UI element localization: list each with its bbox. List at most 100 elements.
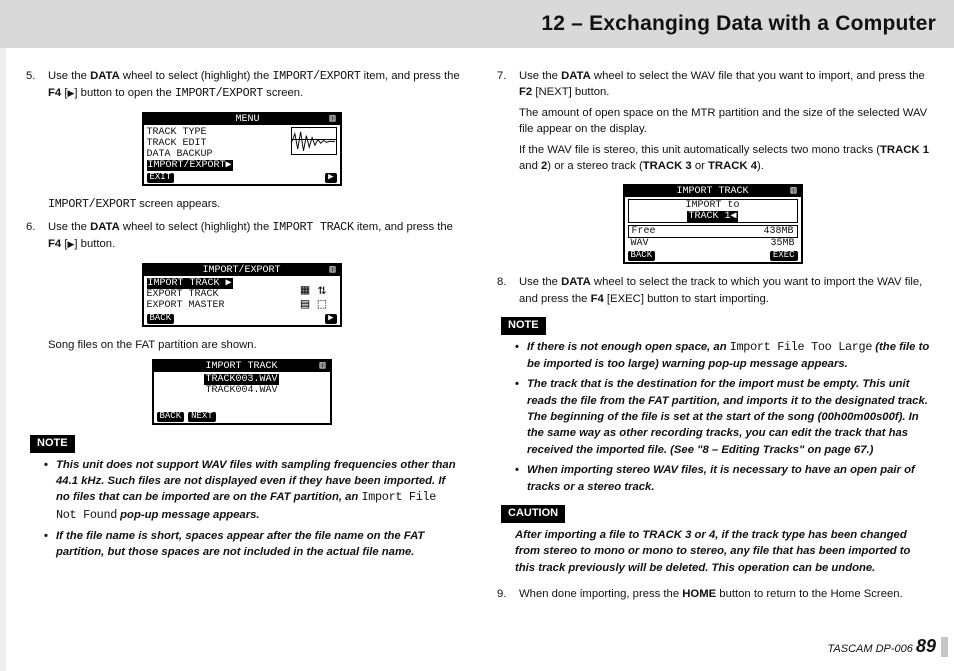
t: button to return to the Home Screen.	[716, 588, 903, 600]
lcd-softkey: NEXT	[188, 412, 216, 422]
lcd-footer: EXIT ▶	[144, 173, 340, 184]
t: IMPORT/EXPORT	[48, 197, 136, 211]
lcd-body: IMPORT to TRACK 1◀ Free438MB WAV35MB	[625, 197, 801, 251]
bullet-text: When importing stereo WAV files, it is n…	[527, 462, 932, 495]
t: Use the	[48, 70, 90, 82]
lcd-highlight: TRACK 1◀	[687, 211, 737, 222]
battery-icon: ▥	[319, 361, 325, 372]
note-label: NOTE	[30, 435, 75, 453]
list-item: • If there is not enough open space, an …	[515, 339, 932, 372]
lcd-row: IMPORT to	[629, 200, 797, 211]
header-bar: 12 – Exchanging Data with a Computer	[0, 0, 954, 48]
t: TRACK 3	[642, 529, 691, 541]
bullet-dot: •	[515, 339, 527, 372]
t: F4	[48, 87, 61, 99]
spacer	[158, 361, 164, 372]
bullet-list: • If there is not enough open space, an …	[515, 339, 932, 495]
content-columns: 5. Use the DATA wheel to select (highlig…	[0, 48, 954, 612]
lcd-screen: IMPORT TRACK ▥ IMPORT to TRACK 1◀ Free43…	[623, 184, 803, 264]
step-8: 8. Use the DATA wheel to select the trac…	[493, 274, 932, 311]
step-text: If the WAV file is stereo, this unit aut…	[519, 142, 932, 175]
lcd-side-icons: ▦ ⇅▤ ⬚	[291, 278, 337, 312]
lcd-title: IMPORT/EXPORT ▥	[144, 265, 340, 276]
lcd-title: IMPORT TRACK ▥	[154, 361, 330, 372]
lcd-figure-importtrack-list: IMPORT TRACK ▥ TRACK003.WAV TRACK004.WAV…	[22, 359, 461, 425]
step-text: When done importing, press the HOME butt…	[519, 586, 932, 602]
step-followup: Song files on the FAT partition are show…	[48, 337, 461, 353]
t: If the WAV file is stereo, this unit aut…	[519, 144, 880, 156]
t: and	[519, 160, 541, 172]
t: When done importing, press the	[519, 588, 682, 600]
lcd-title-text: MENU	[235, 114, 259, 125]
step-number: 6.	[22, 219, 48, 256]
lcd-highlight: IMPORT/EXPORT▶	[147, 160, 233, 171]
caution-label: CAUTION	[501, 505, 565, 523]
t: ).	[757, 160, 764, 172]
bullet-dot: •	[44, 457, 56, 524]
t: Use the	[519, 276, 561, 288]
step-text: Use the DATA wheel to select the WAV fil…	[519, 68, 932, 101]
lcd-title: IMPORT TRACK ▥	[625, 186, 801, 197]
t: Import File Too Large	[730, 340, 872, 354]
lcd-footer: BACK NEXT	[154, 412, 330, 423]
lcd-title: MENU ▥	[144, 114, 340, 125]
lcd-softkey: ▶	[325, 314, 336, 324]
lcd-list: TRACK TYPE TRACK EDIT DATA BACKUP IMPORT…	[147, 127, 287, 171]
t: wheel to select the WAV file that you wa…	[591, 70, 925, 82]
lcd-softkey: EXIT	[147, 173, 175, 183]
lcd-list: IMPORT TRACK ▶ EXPORT TRACK EXPORT MASTE…	[147, 278, 291, 312]
t: IMPORT TRACK	[272, 220, 353, 234]
t: screen.	[263, 87, 303, 99]
lcd-softkey: BACK	[628, 251, 656, 261]
right-column: 7. Use the DATA wheel to select the WAV …	[493, 68, 932, 612]
t: [EXEC] button to start importing.	[604, 293, 769, 305]
left-margin	[0, 48, 6, 671]
battery-icon: ▥	[790, 186, 796, 197]
lcd-softkey: EXEC	[770, 251, 798, 261]
note-block: NOTE • If there is not enough open space…	[501, 317, 932, 495]
page-number: 89	[916, 636, 936, 656]
t: item, and press the	[354, 221, 453, 233]
lcd-info-row: Free438MB	[628, 225, 798, 238]
list-item: • If the file name is short, spaces appe…	[44, 528, 461, 561]
note-block: NOTE • This unit does not support WAV fi…	[30, 435, 461, 561]
lcd-row: DATA BACKUP	[147, 149, 287, 160]
lcd-title-text: IMPORT TRACK	[205, 361, 277, 372]
lcd-screen: MENU ▥ TRACK TYPE TRACK EDIT DATA BACKUP…	[142, 112, 342, 186]
lcd-row-sel: IMPORT TRACK ▶	[147, 278, 291, 289]
t: TRACK 1	[880, 144, 929, 156]
battery-icon: ▥	[329, 265, 335, 276]
lcd-title-text: IMPORT/EXPORT	[202, 265, 280, 276]
lcd-row: TRACK TYPE	[147, 127, 287, 138]
t: 438MB	[763, 226, 793, 237]
step-text: Use the DATA wheel to select (highlight)…	[48, 68, 461, 102]
bullet-dot: •	[515, 376, 527, 458]
t: F4	[48, 238, 61, 250]
caution-text: After importing a file to TRACK 3 or 4, …	[515, 527, 932, 576]
list-item: • The track that is the destination for …	[515, 376, 932, 458]
lcd-footer: BACK EXEC	[625, 251, 801, 262]
t: wheel to select (highlight) the	[120, 70, 273, 82]
step-7: 7. Use the DATA wheel to select the WAV …	[493, 68, 932, 178]
t: Use the	[48, 221, 90, 233]
page: 12 – Exchanging Data with a Computer 5. …	[0, 0, 954, 671]
chapter-title: 12 – Exchanging Data with a Computer	[541, 12, 936, 36]
step-9: 9. When done importing, press the HOME b…	[493, 586, 932, 606]
t: HOME	[682, 588, 716, 600]
t: item, and press the	[361, 70, 460, 82]
waveform-icon	[291, 127, 337, 155]
thumb-tab	[941, 637, 948, 657]
list-item: • When importing stereo WAV files, it is…	[515, 462, 932, 495]
bullet-list: • This unit does not support WAV files w…	[44, 457, 461, 561]
spacer	[148, 114, 166, 125]
t: F2	[519, 86, 532, 98]
t: Use the	[519, 70, 561, 82]
t: TRACK 4	[708, 160, 757, 172]
step-body: Use the DATA wheel to select the WAV fil…	[519, 68, 932, 178]
bullet-text: The track that is the destination for th…	[527, 376, 932, 458]
t: DATA	[561, 70, 591, 82]
bullet-text: If the file name is short, spaces appear…	[56, 528, 461, 561]
lcd-row: TRACK 1◀	[629, 211, 797, 222]
lcd-box: IMPORT to TRACK 1◀	[628, 199, 798, 223]
step-number: 8.	[493, 274, 519, 311]
